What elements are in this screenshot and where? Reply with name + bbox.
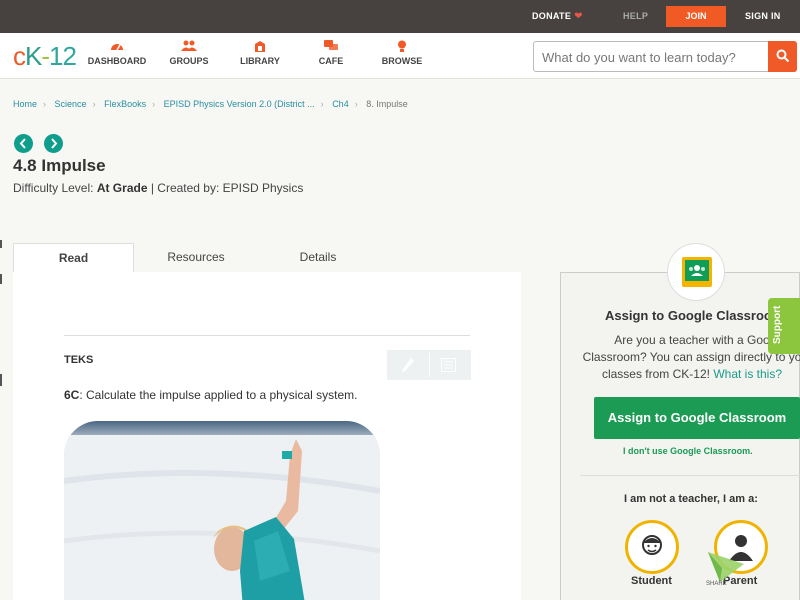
tab-read[interactable]: Read: [13, 243, 134, 273]
support-tab[interactable]: Support: [768, 298, 800, 354]
search-button[interactable]: [768, 41, 797, 72]
nav-cafe[interactable]: CAFE: [296, 40, 366, 66]
figure-skater-image: [64, 421, 380, 600]
pencil-icon[interactable]: [401, 357, 415, 373]
divider: [64, 335, 470, 336]
student-icon: [642, 535, 662, 555]
groups-icon: [154, 40, 224, 56]
next-button[interactable]: [44, 134, 63, 153]
join-button[interactable]: JOIN: [666, 6, 726, 27]
assign-description: Are you a teacher with a Goo Classroom? …: [582, 333, 800, 381]
edge-mark: [0, 374, 2, 386]
main-nav: cK-12 DASHBOARD GROUPS LIBRARY CAFE BROW…: [0, 33, 800, 79]
breadcrumb-current: 8. Impulse: [366, 99, 408, 109]
edge-mark: [0, 274, 2, 284]
breadcrumb-flexbooks[interactable]: FlexBooks: [104, 99, 146, 109]
browse-icon: [367, 40, 437, 56]
cafe-icon: [296, 40, 366, 56]
edge-mark: [0, 240, 2, 248]
top-bar: DONATE ❤ HELP JOIN SIGN IN: [0, 0, 800, 33]
assign-to-google-classroom-button[interactable]: Assign to Google Classroom: [594, 397, 800, 439]
breadcrumb-book[interactable]: EPISD Physics Version 2.0 (District ...: [164, 99, 315, 109]
search-icon: [776, 49, 790, 63]
difficulty-level: At Grade: [96, 181, 148, 195]
dashboard-icon: [82, 40, 152, 56]
chevron-left-icon: [19, 138, 26, 149]
page-meta: Difficulty Level: At Grade | Created by:…: [13, 181, 304, 195]
heart-icon: ❤: [574, 11, 583, 22]
dont-use-google-classroom-link[interactable]: I don't use Google Classroom.: [623, 446, 753, 456]
standard-text: 6C: Calculate the impulse applied to a p…: [64, 388, 358, 402]
breadcrumb-home[interactable]: Home: [13, 99, 37, 109]
content-tabs: Read Resources Details: [13, 243, 521, 273]
chevron-right-icon: [51, 138, 58, 149]
sign-in-link[interactable]: SIGN IN: [745, 11, 781, 21]
notes-icon[interactable]: [441, 358, 456, 372]
teks-heading: TEKS: [64, 354, 94, 366]
breadcrumb-science[interactable]: Science: [55, 99, 87, 109]
previous-button[interactable]: [14, 134, 33, 153]
nav-library[interactable]: LIBRARY: [225, 40, 295, 66]
nav-groups[interactable]: GROUPS: [154, 40, 224, 66]
student-role-button[interactable]: [625, 520, 679, 574]
assign-heading: Assign to Google Classroo: [605, 308, 772, 323]
donate-link[interactable]: DONATE ❤: [532, 11, 583, 22]
library-icon: [225, 40, 295, 56]
share-label: SHARE: [706, 581, 727, 587]
not-teacher-label: I am not a teacher, I am a:: [624, 493, 758, 505]
divider: [580, 475, 800, 476]
nav-browse[interactable]: BROWSE: [367, 40, 437, 66]
classroom-board-icon: [682, 257, 712, 287]
breadcrumb-chapter[interactable]: Ch4: [332, 99, 349, 109]
search-box: [533, 41, 797, 72]
google-classroom-logo: [667, 243, 725, 301]
page-title: 4.8 Impulse: [13, 156, 106, 175]
nav-dashboard[interactable]: DASHBOARD: [82, 40, 152, 66]
tab-resources[interactable]: Resources: [135, 243, 257, 273]
breadcrumb: Home › Science › FlexBooks › EPISD Physics …: [13, 99, 408, 109]
paper-plane-icon: [708, 552, 744, 582]
what-is-this-link[interactable]: What is this?: [713, 367, 782, 381]
help-link[interactable]: HELP: [623, 11, 648, 21]
student-label: Student: [631, 575, 672, 587]
read-panel: TEKS 6C: Calculate the impulse applied t…: [13, 272, 521, 600]
tab-details[interactable]: Details: [257, 243, 379, 273]
ck12-logo[interactable]: cK-12: [13, 41, 77, 72]
annotation-tools: [387, 350, 471, 380]
search-input[interactable]: [542, 48, 762, 66]
